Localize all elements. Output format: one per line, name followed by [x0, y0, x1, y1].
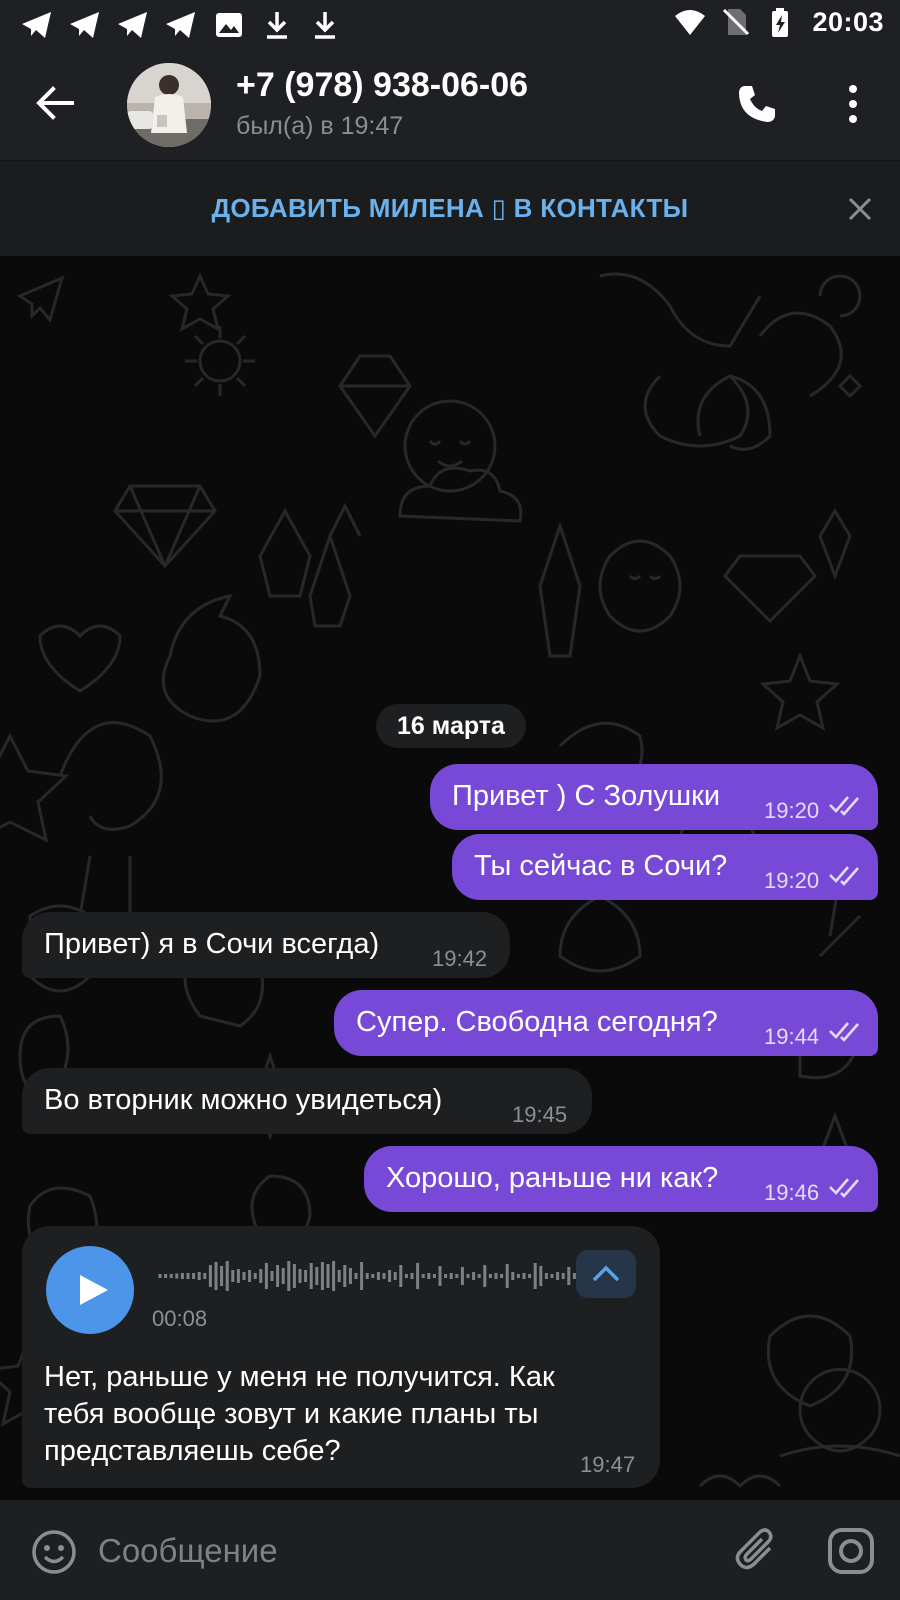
voice-message[interactable]: 00:08 Нет, раньше у меня не получится. К…	[22, 1226, 660, 1488]
message-input-bar	[0, 1500, 900, 1600]
play-button[interactable]	[46, 1246, 134, 1334]
read-check-icon	[829, 866, 859, 886]
message-incoming[interactable]: Привет) я в Сочи всегда) 19:42	[22, 912, 510, 978]
date-separator: 16 марта	[376, 704, 526, 748]
status-bar: 20:03	[0, 0, 900, 50]
more-options-icon[interactable]	[838, 83, 868, 125]
voice-transcript: Нет, раньше у меня не получится. Как теб…	[44, 1359, 634, 1470]
phone-call-icon[interactable]	[736, 83, 778, 125]
download-icon	[315, 12, 335, 39]
camera-icon[interactable]	[826, 1526, 876, 1576]
telegram-icon	[166, 12, 195, 38]
back-arrow-icon[interactable]	[34, 82, 76, 124]
transcript-line: тебя вообще зовут и какие планы ты	[44, 1398, 539, 1430]
chat-area[interactable]: 16 марта Привет ) С Золушки 19:20 Ты сей…	[0, 256, 900, 1500]
message-outgoing[interactable]: Супер. Свободна сегодня? 19:44	[334, 990, 878, 1056]
last-seen-status: был(а) в 19:47	[236, 112, 404, 140]
add-contact-button[interactable]: ДОБАВИТЬ МИЛЕНА ▯ В КОНТАКТЫ	[0, 193, 900, 224]
wifi-icon	[675, 10, 706, 35]
read-check-icon	[829, 1022, 859, 1042]
message-time: 19:47	[580, 1452, 636, 1477]
message-time: 19:42	[432, 946, 488, 971]
close-icon[interactable]	[846, 195, 874, 223]
collapse-transcript-button[interactable]	[576, 1250, 636, 1298]
message-time: 19:46	[764, 1180, 820, 1205]
chevron-up-icon	[592, 1265, 620, 1282]
contact-name[interactable]: +7 (978) 938-06-06	[236, 66, 528, 105]
no-sim-icon	[723, 8, 750, 36]
read-check-icon	[829, 1178, 859, 1198]
message-text: Привет ) С Золушки	[452, 780, 721, 812]
telegram-icon	[70, 12, 99, 38]
message-text: Во вторник можно увидеться)	[44, 1084, 443, 1116]
transcript-line: представляешь себе?	[44, 1435, 341, 1467]
message-time: 19:44	[764, 1024, 820, 1049]
transcript-line: Нет, раньше у меня не получится. Как	[44, 1361, 555, 1393]
notification-icons	[20, 9, 342, 41]
image-icon	[216, 13, 242, 37]
message-time: 19:45	[512, 1102, 568, 1127]
message-outgoing[interactable]: Ты сейчас в Сочи? 19:20	[452, 834, 878, 900]
voice-duration: 00:08	[152, 1306, 208, 1331]
read-check-icon	[829, 796, 859, 816]
telegram-icon	[118, 12, 147, 38]
chat-header: +7 (978) 938-06-06 был(а) в 19:47	[0, 50, 900, 160]
avatar[interactable]	[127, 63, 211, 147]
message-outgoing[interactable]: Хорошо, раньше ни как? 19:46	[364, 1146, 878, 1212]
play-icon	[80, 1275, 108, 1305]
message-text: Ты сейчас в Сочи?	[474, 850, 728, 882]
telegram-icon	[22, 12, 51, 38]
message-text: Супер. Свободна сегодня?	[356, 1006, 718, 1038]
message-time: 19:20	[764, 798, 820, 823]
message-text: Привет) я в Сочи всегда)	[44, 928, 380, 960]
message-incoming[interactable]: Во вторник можно увидеться) 19:45	[22, 1068, 592, 1134]
status-clock: 20:03	[812, 6, 884, 37]
waveform[interactable]	[156, 1256, 590, 1296]
attachment-icon[interactable]	[734, 1526, 782, 1574]
message-outgoing[interactable]: Привет ) С Золушки 19:20	[430, 764, 878, 830]
message-input[interactable]	[98, 1526, 698, 1576]
message-text: Хорошо, раньше ни как?	[386, 1162, 719, 1194]
add-contact-bar: ДОБАВИТЬ МИЛЕНА ▯ В КОНТАКТЫ	[0, 160, 900, 256]
system-icons: 20:03	[674, 6, 884, 38]
download-icon	[267, 12, 287, 39]
message-time: 19:20	[764, 868, 820, 893]
battery-charging-icon	[772, 8, 789, 37]
emoji-icon[interactable]	[30, 1528, 78, 1576]
